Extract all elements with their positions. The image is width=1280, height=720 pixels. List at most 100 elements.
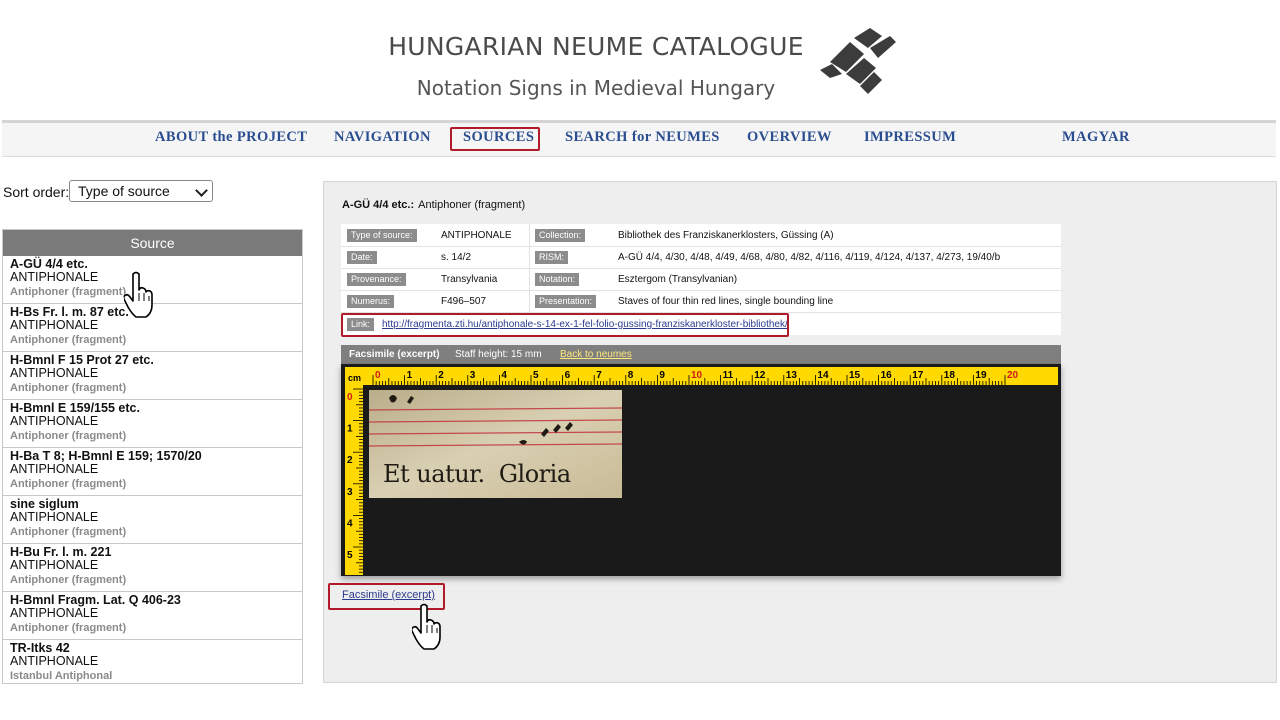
nav-overview[interactable]: OVERVIEW [747, 129, 832, 146]
ruler-tick-label: 9 [659, 370, 665, 381]
source-description: Antiphoner (fragment) [10, 525, 127, 538]
sort-order-value: Type of source [78, 183, 170, 199]
source-list-item[interactable]: H-Bmnl F 15 Prot 27 etc. ANTIPHONALE Ant… [3, 352, 302, 400]
collection-label: Collection: [535, 229, 586, 242]
source-description: Antiphoner (fragment) [10, 285, 127, 298]
ruler-tick-label: 0 [347, 392, 353, 403]
facsimile-image: Et uatur. Gloria [369, 390, 622, 498]
ruler-tick-label: 19 [975, 370, 987, 381]
table-divider [341, 290, 1061, 291]
source-siglum: H-Bs Fr. l. m. 87 etc. [10, 305, 129, 319]
sort-order-label: Sort order: [3, 184, 70, 200]
source-siglum: H-Bmnl E 159/155 etc. [10, 401, 140, 415]
table-divider [341, 268, 1061, 269]
source-type: ANTIPHONALE [10, 558, 99, 572]
source-description: Antiphoner (fragment) [10, 381, 127, 394]
nav-sources-highlight [450, 127, 540, 151]
provenance-label: Provenance: [347, 273, 406, 286]
source-type: ANTIPHONALE [10, 654, 99, 668]
source-detail-title: A-GÜ 4/4 etc.: Antiphoner (fragment) [342, 199, 525, 211]
source-siglum: A-GÜ 4/4 etc. [10, 257, 88, 271]
vertical-ruler: 0 1 2 3 4 5 [345, 385, 363, 575]
date-value: s. 14/2 [441, 252, 472, 263]
ruler-tick-label: 5 [347, 550, 353, 561]
source-detail-siglum: A-GÜ 4/4 etc.: [342, 199, 415, 211]
nav-impressum[interactable]: IMPRESSUM [864, 129, 956, 146]
ruler-unit-label: cm [348, 373, 361, 383]
ruler-tick-label: 8 [628, 370, 634, 381]
source-detail-name: Antiphoner (fragment) [418, 199, 526, 211]
source-description: Antiphoner (fragment) [10, 429, 127, 442]
source-type: ANTIPHONALE [10, 462, 99, 476]
numerus-value: F496–507 [441, 296, 487, 307]
ruler-tick-label: 4 [347, 518, 353, 529]
ruler-tick-label: 12 [754, 370, 766, 381]
site-subtitle: Notation Signs in Medieval Hungary [416, 76, 776, 100]
neume-logo-icon [820, 28, 896, 94]
horizontal-ruler: cm 0 1 2 3 4 5 6 7 8 9 10 11 12 13 14 15 16 17 18 19 20 [345, 367, 1058, 385]
source-siglum: H-Bmnl Fragm. Lat. Q 406-23 [10, 593, 181, 607]
ruler-tick-label: 2 [438, 370, 444, 381]
nav-about-project[interactable]: ABOUT the PROJECT [155, 129, 307, 146]
source-type: ANTIPHONALE [10, 318, 99, 332]
provenance-value: Transylvania [441, 274, 498, 285]
ruler-tick-label: 3 [347, 487, 353, 498]
ruler-tick-label: 3 [470, 370, 476, 381]
facsimile-header: Facsimile (excerpt) Staff height: 15 mm … [341, 345, 1061, 364]
ruler-tick-label: 2 [347, 455, 353, 466]
ruler-tick-label: 18 [944, 370, 956, 381]
source-siglum: sine siglum [10, 497, 79, 511]
ruler-tick-label: 0 [375, 370, 381, 381]
source-siglum: H-Bu Fr. l. m. 221 [10, 545, 112, 559]
table-divider [341, 246, 1061, 247]
sort-order-select[interactable]: Type of source [69, 180, 213, 202]
source-list-header: Source [3, 230, 302, 256]
source-type: ANTIPHONALE [10, 606, 99, 620]
nav-navigation[interactable]: NAVIGATION [334, 129, 431, 146]
notation-label: Notation: [535, 273, 580, 286]
hand-cursor-icon [124, 271, 153, 318]
chevron-down-icon [195, 184, 208, 197]
source-description: Istanbul Antiphonal [10, 669, 113, 682]
ruler-tick-label: 10 [691, 370, 703, 381]
facsimile-title: Facsimile (excerpt) [349, 349, 440, 360]
source-description: Antiphoner (fragment) [10, 573, 127, 586]
back-to-neumes-link[interactable]: Back to neumes [560, 349, 632, 360]
ruler-tick-label: 20 [1007, 370, 1019, 381]
source-list-item[interactable]: H-Bmnl E 159/155 etc. ANTIPHONALE Antiph… [3, 400, 302, 448]
source-list-item[interactable]: H-Ba T 8; H-Bmnl E 159; 1570/20 ANTIPHON… [3, 448, 302, 496]
ruler-tick-label: 4 [501, 370, 507, 381]
source-type: ANTIPHONALE [10, 270, 99, 284]
site-title: HUNGARIAN NEUME CATALOGUE [388, 32, 804, 61]
ruler-tick-label: 14 [817, 370, 829, 381]
source-list-item[interactable]: TR-Itks 42 ANTIPHONALE Istanbul Antiphon… [3, 640, 302, 687]
nav-magyar[interactable]: MAGYAR [1062, 129, 1130, 146]
notation-value: Esztergom (Transylvanian) [618, 274, 738, 285]
ruler-tick-label: 1 [407, 370, 413, 381]
ruler-tick-label: 16 [881, 370, 893, 381]
hand-cursor-icon [412, 603, 441, 650]
ruler-tick-label: 5 [533, 370, 539, 381]
source-type: ANTIPHONALE [10, 366, 99, 380]
ruler-tick-label: 13 [786, 370, 798, 381]
ruler-tick-label: 15 [849, 370, 861, 381]
source-type: ANTIPHONALE [10, 414, 99, 428]
source-siglum: TR-Itks 42 [10, 641, 70, 655]
source-description: Antiphoner (fragment) [10, 333, 127, 346]
type-of-source-label: Type of source: [347, 229, 417, 242]
source-type: ANTIPHONALE [10, 510, 99, 524]
staff-height: Staff height: 15 mm [455, 349, 542, 360]
rism-label: RISM: [535, 251, 569, 264]
source-list-item[interactable]: H-Bmnl Fragm. Lat. Q 406-23 ANTIPHONALE … [3, 592, 302, 640]
source-link-highlight [341, 313, 789, 337]
source-list-item[interactable]: sine siglum ANTIPHONALE Antiphoner (frag… [3, 496, 302, 544]
source-list-item[interactable]: H-Bu Fr. l. m. 221 ANTIPHONALE Antiphone… [3, 544, 302, 592]
main-navigation: ABOUT the PROJECT NAVIGATION SOURCES SEA… [2, 120, 1276, 157]
nav-search-neumes[interactable]: SEARCH for NEUMES [565, 129, 720, 146]
type-of-source-value: ANTIPHONALE [441, 230, 512, 241]
collection-value: Bibliothek des Franziskanerklosters, Güs… [618, 230, 834, 241]
manuscript-text: Et uatur. Gloria [383, 460, 571, 488]
ruler-tick-label: 7 [596, 370, 602, 381]
facsimile-excerpt-link[interactable]: Facsimile (excerpt) [342, 589, 435, 601]
date-label: Date: [347, 251, 377, 264]
